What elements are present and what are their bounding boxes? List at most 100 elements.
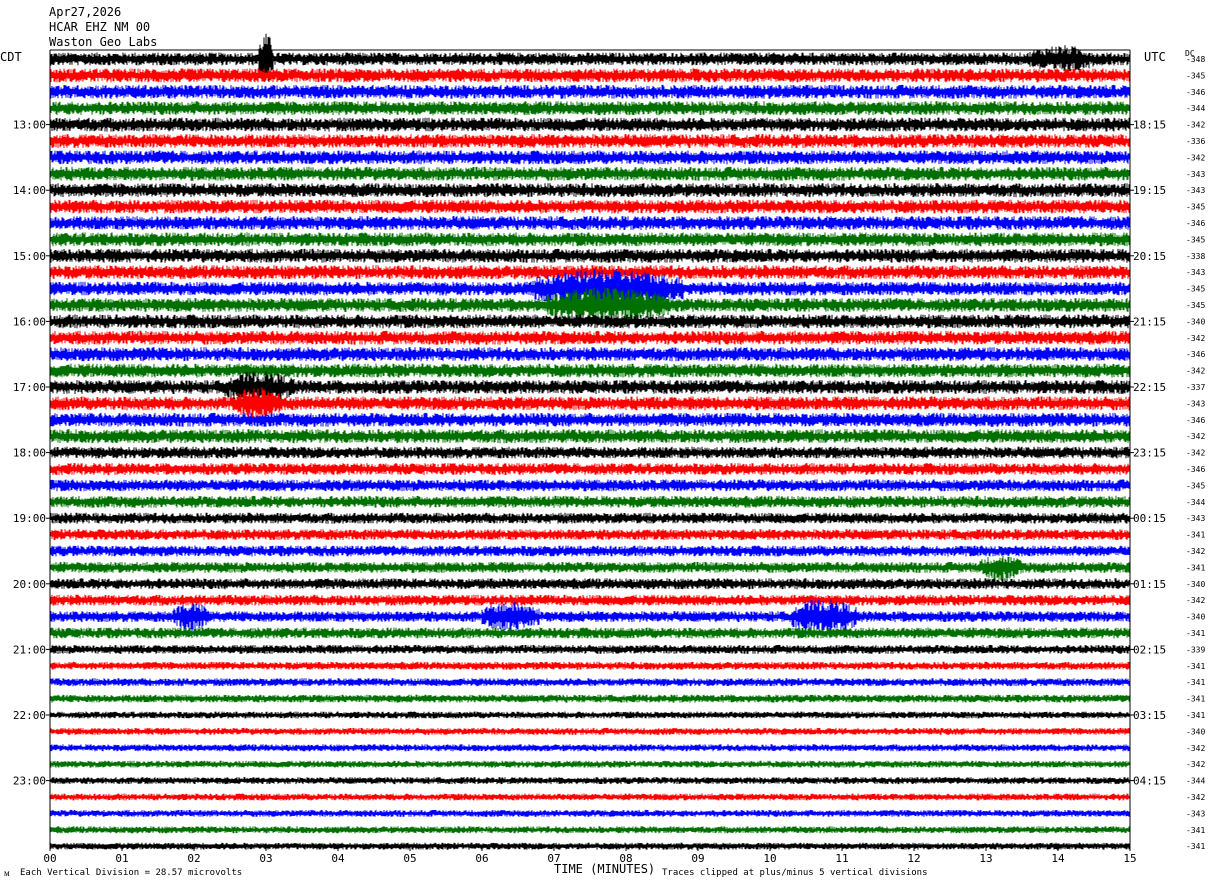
- dc-offset-label: -342: [1186, 367, 1205, 376]
- left-hour-label: 23:00: [13, 775, 46, 788]
- dc-offset-labels: -348-345-346-344-342-336-342-343-343-345…: [1186, 55, 1205, 851]
- right-hour-label: 02:15: [1133, 643, 1166, 656]
- x-tick-label: 04: [331, 852, 345, 865]
- dc-offset-label: -341: [1186, 711, 1205, 720]
- dc-offset-label: -346: [1186, 350, 1205, 359]
- station-label: HCAR EHZ NM 00: [49, 20, 150, 34]
- x-tick-label: 00: [43, 852, 56, 865]
- trace-row: [49, 644, 1131, 654]
- trace-row: [49, 446, 1131, 459]
- x-tick-label: 15: [1123, 852, 1136, 865]
- left-hour-labels: 13:00 14:00 15:00 16:00 17:00 18:00 19:00 20:00…: [13, 119, 50, 788]
- trace-row: [49, 744, 1131, 752]
- dc-offset-label: -337: [1186, 383, 1205, 392]
- dc-offset-label: -343: [1186, 186, 1205, 195]
- trace-row: [49, 463, 1131, 475]
- dc-offset-label: -342: [1186, 547, 1205, 556]
- date-label: Apr27,2026: [49, 5, 121, 19]
- dc-offset-label: -343: [1186, 170, 1205, 179]
- trace-row: [49, 363, 1131, 378]
- trace-row: [49, 150, 1131, 165]
- trace-row: [49, 479, 1131, 492]
- left-hour-label: 20:00: [13, 578, 46, 591]
- trace-row: [49, 183, 1131, 198]
- x-tick-label: 03: [259, 852, 272, 865]
- right-hour-label: 20:15: [1133, 250, 1166, 263]
- dc-offset-label: -341: [1186, 678, 1205, 687]
- dc-offset-label: -336: [1186, 137, 1205, 146]
- trace-row: [49, 166, 1131, 181]
- dc-offset-label: -344: [1186, 104, 1205, 113]
- x-tick-label: 09: [691, 852, 704, 865]
- left-hour-label: 18:00: [13, 447, 46, 460]
- trace-row: [49, 556, 1131, 581]
- dc-offset-label: -342: [1186, 449, 1205, 458]
- left-hour-label: 16:00: [13, 315, 46, 328]
- dc-offset-label: -345: [1186, 203, 1205, 212]
- dc-offset-label: -341: [1186, 842, 1205, 851]
- dc-offset-label: -339: [1186, 645, 1205, 654]
- dc-offset-label: -345: [1186, 301, 1205, 310]
- trace-row: [49, 760, 1131, 768]
- dc-offset-label: -346: [1186, 219, 1205, 228]
- trace-row: [49, 678, 1131, 687]
- dc-offset-label: -343: [1186, 809, 1205, 818]
- dc-offset-label: -342: [1186, 334, 1205, 343]
- dc-offset-label: -341: [1186, 695, 1205, 704]
- right-hour-labels: 18:15 19:15 20:15 21:15 22:15 23:15 00:15 01:15…: [1130, 119, 1166, 788]
- dc-offset-label: -343: [1186, 268, 1205, 277]
- dc-offset-label: -346: [1186, 465, 1205, 474]
- x-tick-label: 12: [907, 852, 920, 865]
- trace-layer: [49, 33, 1131, 850]
- right-timezone-label: UTC: [1144, 50, 1166, 64]
- trace-row: [49, 842, 1131, 850]
- trace-row: [49, 68, 1131, 83]
- right-hour-label: 03:15: [1133, 709, 1166, 722]
- trace-row: [49, 694, 1131, 703]
- dc-offset-label: -346: [1186, 416, 1205, 425]
- dc-offset-label: -343: [1186, 399, 1205, 408]
- dc-offset-label: -343: [1186, 514, 1205, 523]
- trace-row: [49, 117, 1131, 132]
- x-tick-label: 05: [403, 852, 416, 865]
- trace-row: [49, 727, 1131, 735]
- dc-offset-label: -342: [1186, 793, 1205, 802]
- trace-row: [49, 495, 1131, 508]
- right-hour-label: 22:15: [1133, 381, 1166, 394]
- right-hour-label: 21:15: [1133, 315, 1166, 328]
- trace-row: [49, 777, 1131, 785]
- right-hour-label: 19:15: [1133, 184, 1166, 197]
- left-hour-label: 14:00: [13, 184, 46, 197]
- dc-offset-label: -341: [1186, 826, 1205, 835]
- dc-offset-label: -344: [1186, 498, 1205, 507]
- trace-row: [49, 265, 1131, 280]
- x-tick-label: 10: [763, 852, 776, 865]
- dc-offset-label: -340: [1186, 727, 1205, 736]
- left-hour-label: 21:00: [13, 643, 46, 656]
- trace-row: [49, 84, 1131, 99]
- dc-offset-label: -345: [1186, 285, 1205, 294]
- trace-row: [49, 347, 1131, 362]
- dc-offset-label: -340: [1186, 613, 1205, 622]
- trace-row: [49, 512, 1131, 524]
- dc-offset-label: -342: [1186, 153, 1205, 162]
- helicorder-chart: 00 01 02 03 04 05 06 07 08 09 10 11 12 13 14 15 13:0014…: [0, 5, 1205, 879]
- trace-row: [49, 314, 1131, 329]
- dc-offset-label: -341: [1186, 629, 1205, 638]
- dc-offset-label: -342: [1186, 760, 1205, 769]
- dc-offset-label: -341: [1186, 662, 1205, 671]
- dc-offset-label: -342: [1186, 744, 1205, 753]
- dc-offset-label: -345: [1186, 481, 1205, 490]
- trace-row: [49, 529, 1131, 541]
- clip-note: Traces clipped at plus/minus 5 vertical …: [662, 868, 928, 878]
- dc-offset-label: -345: [1186, 71, 1205, 80]
- trace-row: [49, 627, 1131, 639]
- trace-row: [49, 711, 1131, 719]
- left-hour-label: 13:00: [13, 119, 46, 132]
- right-hour-label: 01:15: [1133, 578, 1166, 591]
- trace-row: [49, 578, 1131, 590]
- dc-offset-label: -338: [1186, 252, 1205, 261]
- trace-row: [49, 101, 1131, 116]
- trace-row: [49, 216, 1131, 230]
- dc-offset-label: -342: [1186, 596, 1205, 605]
